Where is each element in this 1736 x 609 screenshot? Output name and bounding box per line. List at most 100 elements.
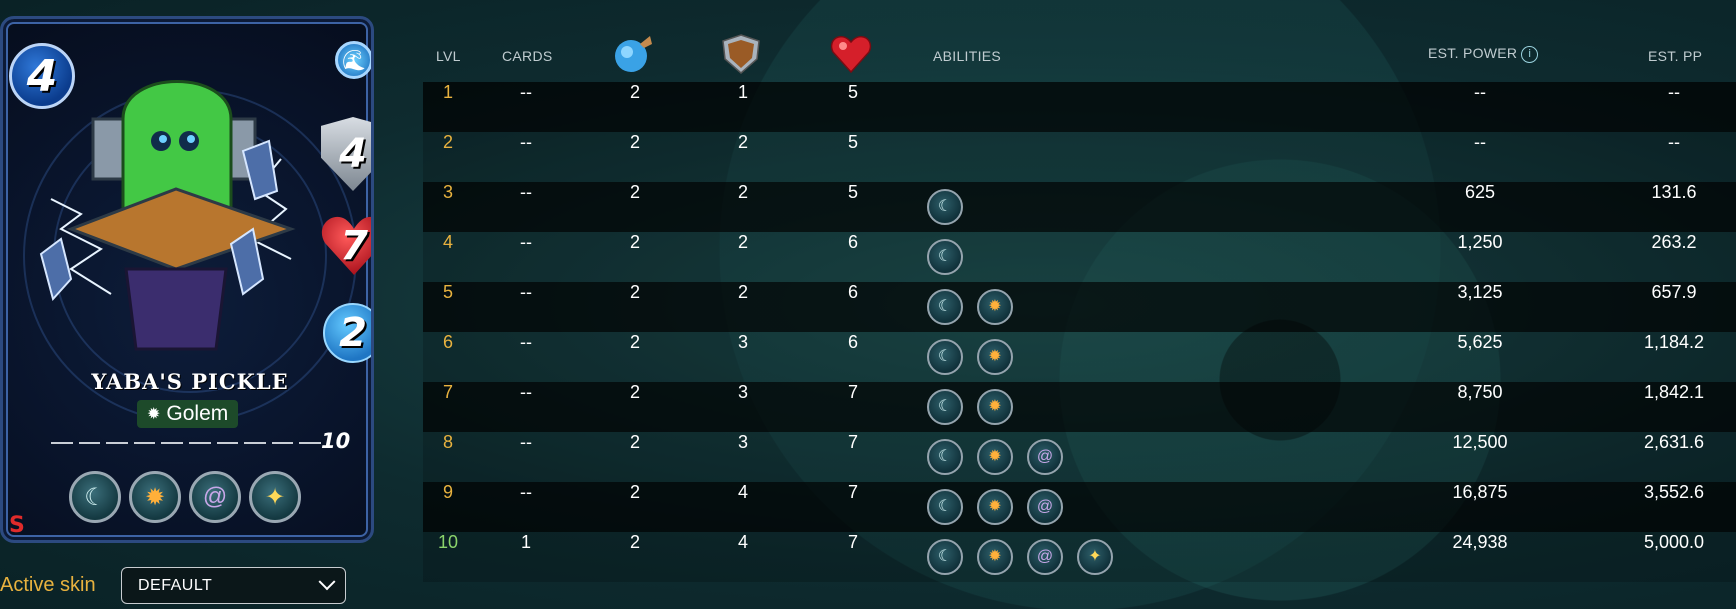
row-abilities: ☾ ✹ (927, 289, 1013, 325)
cell-power: 8,750 (1457, 382, 1503, 402)
row-abilities: ☾ ✹ @ (927, 489, 1063, 525)
header-est-power-label: EST. POWER (1428, 45, 1518, 61)
armor-shield-icon (722, 34, 760, 74)
spiral-icon[interactable]: @ (1027, 439, 1063, 475)
table-body: 1 -- 2 1 5 -- -- 2 -- 2 2 5 -- -- 3 -- 2 2 5 625 131.6 ☾ 4 -- 2 2… (423, 82, 1736, 582)
cell-health: 7 (847, 482, 859, 502)
cell-health: 5 (847, 182, 859, 202)
cell-lvl: 10 (437, 532, 459, 552)
cell-pp: 2,631.6 (1643, 432, 1705, 452)
row-abilities: ☾ ✹ (927, 339, 1013, 375)
blast-icon[interactable]: ✹ (977, 339, 1013, 375)
header-est-power: EST. POWER i (1428, 45, 1539, 63)
shine-icon[interactable]: ✦ (249, 471, 301, 523)
card-level: 10 (321, 429, 351, 453)
table-row: 9 -- 2 4 7 16,875 3,552.6 ☾ ✹ @ (423, 482, 1736, 532)
retaliate-icon[interactable]: ☾ (927, 339, 963, 375)
cell-power: 24,938 (1452, 532, 1508, 552)
retaliate-icon[interactable]: ☾ (927, 289, 963, 325)
table-row: 2 -- 2 2 5 -- -- (423, 132, 1736, 182)
table-row: 5 -- 2 2 6 3,125 657.9 ☾ ✹ (423, 282, 1736, 332)
spiral-icon[interactable]: @ (1027, 539, 1063, 575)
skin-select[interactable]: DEFAULT (121, 567, 346, 604)
cell-cards: -- (520, 382, 532, 402)
edition-icon: S (9, 513, 25, 538)
table-header: LVL CARDS ABILITIES EST. POWER i EST. PP (423, 30, 1736, 82)
blast-icon[interactable]: ✹ (129, 471, 181, 523)
card-abilities: ☾ ✹ @ ✦ (69, 471, 301, 523)
row-abilities: ☾ ✹ (927, 389, 1013, 425)
row-abilities: ☾ ✹ @ ✦ (927, 539, 1113, 575)
cell-health: 6 (847, 232, 859, 252)
cell-cards: -- (520, 332, 532, 352)
blast-icon[interactable]: ✹ (977, 439, 1013, 475)
cell-cards: -- (520, 482, 532, 502)
cell-pp: 5,000.0 (1643, 532, 1705, 552)
cell-cards: -- (520, 432, 532, 452)
health-heart-icon (830, 35, 872, 74)
cell-pp: 3,552.6 (1643, 482, 1705, 502)
cell-cards: -- (520, 82, 532, 102)
cell-power: 12,500 (1452, 432, 1508, 452)
cell-health: 5 (847, 82, 859, 102)
retaliate-icon[interactable]: ☾ (927, 389, 963, 425)
level-progress-bar (51, 442, 321, 444)
retaliate-icon[interactable]: ☾ (927, 539, 963, 575)
cell-cards: -- (520, 232, 532, 252)
retaliate-icon[interactable]: ☾ (927, 489, 963, 525)
cell-health: 6 (847, 282, 859, 302)
cell-cards: -- (520, 282, 532, 302)
monster-card[interactable]: 4 🌊︎ 4 7 2 YABA'S PICKLE ✹ Golem 10 ☾ ✹ … (0, 16, 374, 543)
cell-magic: 2 (629, 132, 641, 152)
pickle-golem-art (39, 80, 296, 351)
cell-armor: 2 (737, 132, 749, 152)
retaliate-icon[interactable]: ☾ (927, 189, 963, 225)
card-type-label: Golem (166, 402, 229, 425)
chevron-down-icon (318, 572, 336, 590)
spiral-icon[interactable]: @ (189, 471, 241, 523)
header-est-pp: EST. PP (1648, 48, 1703, 64)
cell-lvl: 9 (442, 482, 454, 502)
cell-health: 5 (847, 132, 859, 152)
cell-lvl: 7 (442, 382, 454, 402)
blast-icon[interactable]: ✹ (977, 539, 1013, 575)
cell-lvl: 4 (442, 232, 454, 252)
cell-health: 7 (847, 382, 859, 402)
card-type-pill: ✹ Golem (137, 400, 239, 428)
cell-armor: 4 (737, 482, 749, 502)
info-icon[interactable]: i (1521, 46, 1539, 63)
cell-magic: 2 (629, 82, 641, 102)
cell-cards: -- (520, 132, 532, 152)
header-abilities: ABILITIES (933, 48, 1002, 64)
blast-icon[interactable]: ✹ (977, 289, 1013, 325)
header-cards: CARDS (502, 48, 553, 64)
cell-lvl: 3 (442, 182, 454, 202)
cell-health: 7 (847, 532, 859, 552)
cell-pp: 1,842.1 (1643, 382, 1705, 402)
cell-lvl: 2 (442, 132, 454, 152)
cell-armor: 3 (737, 432, 749, 452)
cell-magic: 2 (629, 332, 641, 352)
cell-pp: -- (1668, 82, 1680, 102)
spiral-icon[interactable]: @ (1027, 489, 1063, 525)
retaliate-icon[interactable]: ☾ (927, 439, 963, 475)
cell-magic: 2 (629, 232, 641, 252)
cell-power: 5,625 (1457, 332, 1503, 352)
retaliate-icon[interactable]: ☾ (69, 471, 121, 523)
cell-pp: 263.2 (1651, 232, 1697, 252)
table-row: 6 -- 2 3 6 5,625 1,184.2 ☾ ✹ (423, 332, 1736, 382)
retaliate-icon[interactable]: ☾ (927, 239, 963, 275)
cell-power: 1,250 (1457, 232, 1503, 252)
blast-icon[interactable]: ✹ (977, 389, 1013, 425)
cell-power: -- (1474, 132, 1486, 152)
table-row: 4 -- 2 2 6 1,250 263.2 ☾ (423, 232, 1736, 282)
cell-armor: 3 (737, 382, 749, 402)
table-row: 7 -- 2 3 7 8,750 1,842.1 ☾ ✹ (423, 382, 1736, 432)
blast-icon[interactable]: ✹ (977, 489, 1013, 525)
cell-power: 3,125 (1457, 282, 1503, 302)
cell-lvl: 5 (442, 282, 454, 302)
cell-pp: -- (1668, 132, 1680, 152)
row-abilities: ☾ ✹ @ (927, 439, 1063, 475)
row-abilities: ☾ (927, 239, 963, 275)
shine-icon[interactable]: ✦ (1077, 539, 1113, 575)
